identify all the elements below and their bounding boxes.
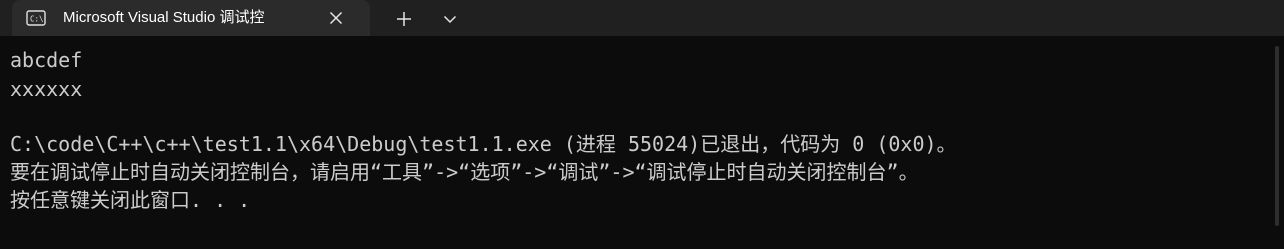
plus-icon — [397, 12, 411, 26]
tab-title: Microsoft Visual Studio 调试控 — [63, 9, 265, 26]
console-line: 要在调试停止时自动关闭控制台，请启用“工具”->“选项”->“调试”->“调试停… — [10, 160, 919, 184]
chevron-down-icon — [443, 15, 457, 24]
console-line: 按任意键关闭此窗口. . . — [10, 188, 251, 212]
tab-bar: C:\ Microsoft Visual Studio 调试控 — [0, 0, 1284, 36]
console-line: C:\code\C++\c++\test1.1\x64\Debug\test1.… — [10, 132, 957, 156]
close-icon[interactable] — [325, 7, 347, 29]
tab-debug-console[interactable]: C:\ Microsoft Visual Studio 调试控 — [12, 0, 370, 36]
console-line: abcdef — [10, 48, 83, 72]
svg-text:C:\: C:\ — [30, 15, 44, 24]
terminal-icon: C:\ — [26, 10, 46, 26]
tab-dropdown-button[interactable] — [437, 6, 463, 32]
console-line: xxxxxx — [10, 77, 83, 101]
vertical-scrollbar[interactable] — [1272, 36, 1284, 249]
scrollbar-thumb[interactable] — [1275, 46, 1279, 226]
new-tab-button[interactable] — [391, 6, 417, 32]
console-output[interactable]: abcdef xxxxxx C:\code\C++\c++\test1.1\x6… — [0, 36, 1270, 249]
